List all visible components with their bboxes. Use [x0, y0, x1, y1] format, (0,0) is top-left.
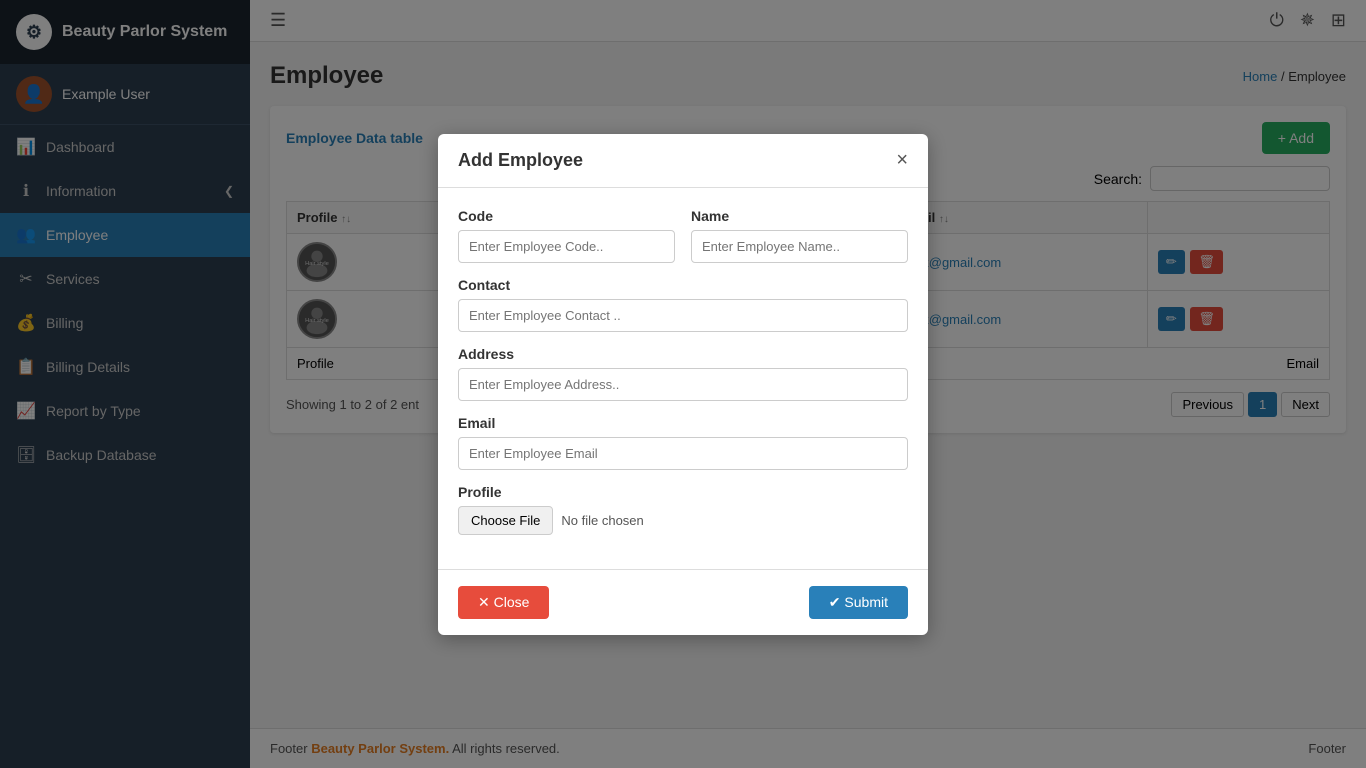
close-modal-button[interactable]: ✕ Close — [458, 586, 549, 619]
form-group-profile: Profile Choose File No file chosen — [458, 484, 908, 535]
form-group-name: Name — [691, 208, 908, 263]
modal-body: Code Name Contact Address Email — [438, 188, 928, 569]
code-input[interactable] — [458, 230, 675, 263]
choose-file-button[interactable]: Choose File — [458, 506, 553, 535]
contact-input[interactable] — [458, 299, 908, 332]
modal-footer: ✕ Close ✔ Submit — [438, 569, 928, 635]
form-group-contact: Contact — [458, 277, 908, 332]
form-group-address: Address — [458, 346, 908, 401]
address-input[interactable] — [458, 368, 908, 401]
file-input-wrapper: Choose File No file chosen — [458, 506, 908, 535]
form-group-code: Code — [458, 208, 675, 263]
modal-close-button[interactable]: × — [896, 150, 908, 170]
modal-title: Add Employee — [458, 150, 583, 171]
code-label: Code — [458, 208, 675, 224]
contact-label: Contact — [458, 277, 908, 293]
email-input[interactable] — [458, 437, 908, 470]
modal-overlay[interactable]: Add Employee × Code Name Contact Address — [0, 0, 1366, 768]
profile-label: Profile — [458, 484, 908, 500]
add-employee-modal: Add Employee × Code Name Contact Address — [438, 134, 928, 635]
name-input[interactable] — [691, 230, 908, 263]
submit-button[interactable]: ✔ Submit — [809, 586, 908, 619]
form-group-email: Email — [458, 415, 908, 470]
email-label: Email — [458, 415, 908, 431]
address-label: Address — [458, 346, 908, 362]
no-file-label: No file chosen — [561, 513, 643, 528]
name-label: Name — [691, 208, 908, 224]
modal-header: Add Employee × — [438, 134, 928, 188]
form-row-code-name: Code Name — [458, 208, 908, 263]
